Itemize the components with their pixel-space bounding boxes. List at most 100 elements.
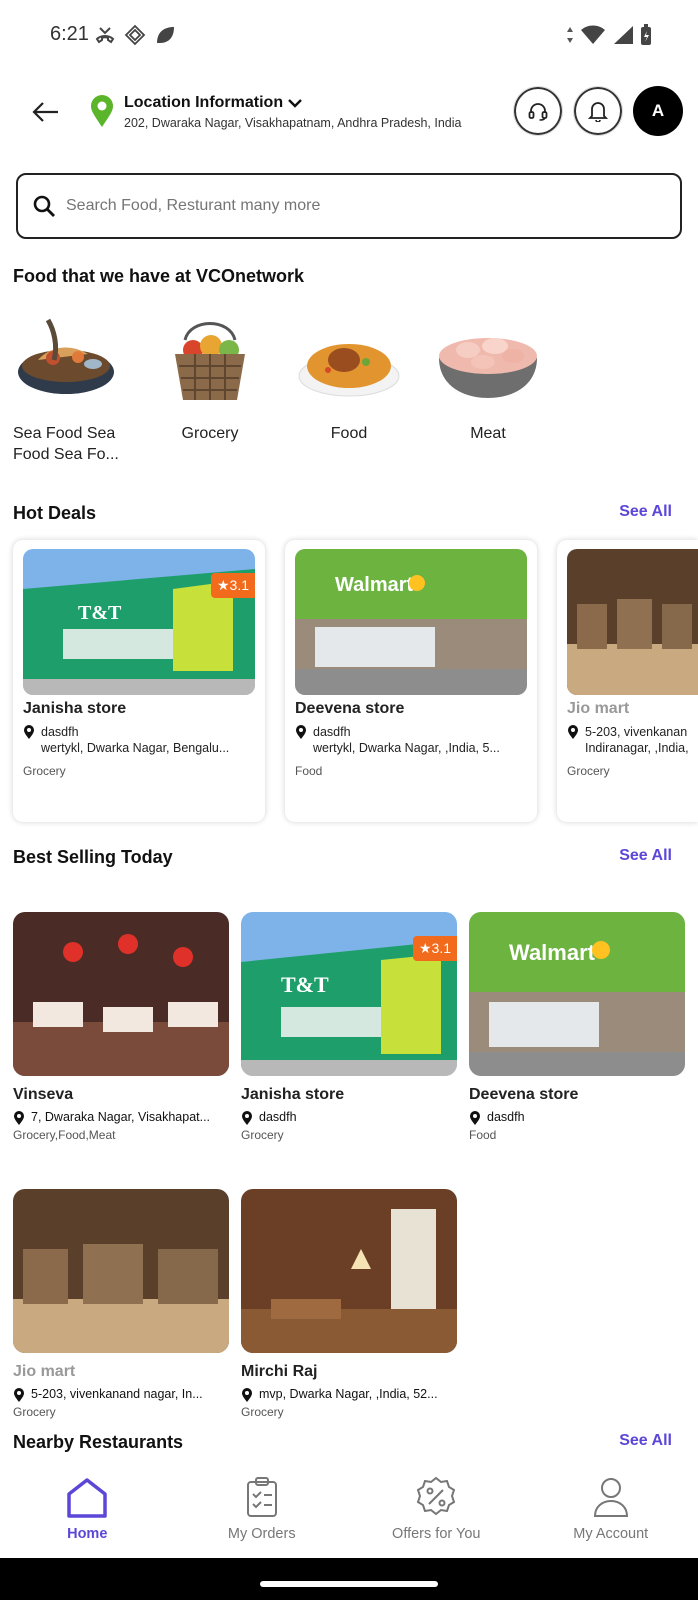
nearby-restaurants-title: Nearby Restaurants: [13, 1432, 184, 1452]
status-icons-left: [94, 24, 176, 46]
nav-my-account[interactable]: My Account: [524, 1458, 698, 1558]
offer-badge-icon: [417, 1476, 456, 1516]
category-label: Grocery: [181, 425, 239, 442]
avatar[interactable]: A: [633, 86, 683, 136]
location-selector[interactable]: Location Information: [124, 94, 303, 112]
nav-my-orders[interactable]: My Orders: [175, 1458, 350, 1558]
best-selling-card[interactable]: Jio mart 5-203, vivenkanand nagar, In...…: [13, 1189, 229, 1419]
best-selling-see-all-link[interactable]: See All: [619, 847, 672, 865]
location-pin-icon: [91, 95, 113, 127]
location-pin-icon: [242, 1388, 252, 1402]
back-arrow-icon: [32, 102, 58, 122]
store-image: Walmart: [295, 549, 527, 695]
location-pin-icon: [470, 1111, 480, 1125]
deal-card[interactable]: Jio mart 5-203, vivenkanan Indiranagar, ,…: [557, 540, 698, 822]
grocery-basket-image: [175, 322, 245, 400]
search-input[interactable]: [66, 197, 626, 215]
category-label: Food: [330, 425, 368, 442]
category-grocery[interactable]: Grocery: [145, 310, 275, 444]
user-icon: [593, 1478, 628, 1517]
hot-deals-see-all-link[interactable]: See All: [619, 503, 672, 521]
location-pin-icon: [14, 1111, 24, 1125]
clipboard-icon: [246, 1477, 277, 1517]
restaurant-category: Grocery,Food,Meat: [13, 1128, 116, 1142]
restaurant-name: Vinseva: [13, 1086, 74, 1103]
header: Location Information 202, Dwaraka Nagar,…: [0, 84, 698, 140]
svg-text:T&T: T&T: [281, 972, 329, 997]
best-selling-card[interactable]: T&T ★3.1 Janisha store dasdfh Grocery: [241, 912, 457, 1142]
grid-diamond-icon: [124, 24, 146, 46]
status-icons-right: [566, 24, 652, 46]
nav-home[interactable]: Home: [0, 1458, 175, 1558]
status-time: 6:21: [50, 23, 89, 45]
restaurant-address: mvp, Dwarka Nagar, ,India, 52...: [241, 1387, 457, 1403]
restaurant-name: Mirchi Raj: [241, 1363, 318, 1380]
location-pin-icon: [296, 725, 306, 739]
store-image: Walmart: [469, 912, 685, 1076]
category-label: Meat: [470, 425, 506, 442]
best-selling-card[interactable]: Mirchi Raj mvp, Dwarka Nagar, ,India, 52…: [241, 1189, 457, 1419]
nav-offers[interactable]: Offers for You: [349, 1458, 524, 1558]
data-arrows-icon: [567, 27, 573, 43]
search-bar[interactable]: [16, 173, 682, 239]
nearby-see-all-link[interactable]: See All: [619, 1432, 672, 1450]
status-bar: 6:21: [0, 0, 698, 70]
location-pin-icon: [242, 1111, 252, 1125]
bell-icon: [588, 102, 608, 122]
best-selling-card[interactable]: Walmart Deevena store dasdfh Food: [469, 912, 685, 1142]
categories-title: Food that we have at VCOnetwork: [13, 266, 305, 286]
restaurant-category: Grocery: [241, 1405, 284, 1419]
store-image: [567, 549, 698, 695]
back-button[interactable]: [28, 96, 62, 128]
leaf-icon: [157, 27, 174, 43]
store-address: dasdfh: [241, 1110, 457, 1126]
nav-label: My Account: [573, 1526, 649, 1542]
store-name: Deevena store: [295, 700, 405, 717]
store-image: T&T ★3.1: [23, 549, 255, 695]
best-selling-card[interactable]: Vinseva 7, Dwaraka Nagar, Visakhapat... …: [13, 912, 229, 1142]
store-address: dasdfh wertykl, Dwarka Nagar, Bengalu...: [23, 724, 229, 756]
headset-icon: [528, 103, 548, 121]
rating-badge: ★3.1: [210, 573, 255, 598]
nav-label: Home: [67, 1526, 108, 1542]
location-address: 202, Dwaraka Nagar, Visakhapatnam, Andhr…: [124, 116, 462, 130]
home-gesture-handle[interactable]: [260, 1581, 438, 1587]
location-pin-icon: [568, 725, 578, 739]
bottom-navigation: Home My Orders Offers for You My Account: [0, 1458, 698, 1558]
notifications-button[interactable]: [573, 86, 623, 136]
support-button[interactable]: [513, 86, 563, 136]
category-meat[interactable]: Meat: [423, 310, 553, 444]
store-name: Deevena store: [469, 1086, 579, 1103]
store-category: Food: [469, 1128, 497, 1142]
wifi-icon: [581, 25, 605, 44]
hot-deals-title: Hot Deals: [13, 503, 97, 523]
store-address: 5-203, vivenkanand nagar, In...: [13, 1387, 229, 1403]
restaurant-address: 7, Dwaraka Nagar, Visakhapat...: [13, 1110, 229, 1126]
battery-icon: [641, 24, 651, 45]
store-category: Grocery: [13, 1405, 56, 1419]
svg-text:T&T: T&T: [78, 602, 122, 624]
store-image: [13, 1189, 229, 1353]
seafood-image: [18, 318, 114, 394]
home-icon: [67, 1478, 107, 1518]
store-category: Food: [295, 764, 323, 778]
category-label: Sea Food Sea Food Sea Fo...: [13, 425, 119, 463]
svg-text:Walmart: Walmart: [335, 574, 414, 596]
store-category: Grocery: [23, 764, 66, 778]
best-selling-title: Best Selling Today: [13, 847, 173, 867]
deal-card[interactable]: T&T ★3.1 Janisha store dasdfh wertykl, Dw…: [13, 540, 265, 822]
store-name: Jio mart: [567, 700, 630, 717]
nav-label: Offers for You: [392, 1526, 481, 1542]
store-category: Grocery: [241, 1128, 284, 1142]
store-category: Grocery: [567, 764, 610, 778]
store-name: Janisha store: [23, 700, 127, 717]
nav-label: My Orders: [227, 1526, 296, 1542]
category-seafood[interactable]: Sea Food Sea Food Sea Fo...: [8, 310, 136, 465]
store-image: T&T ★3.1: [241, 912, 457, 1076]
category-food[interactable]: Food: [284, 310, 414, 444]
restaurant-image: [241, 1189, 457, 1353]
deal-card[interactable]: Walmart Deevena store dasdfh wertykl, Dwa…: [285, 540, 537, 822]
location-pin-icon: [24, 725, 34, 739]
rating-badge: ★3.1: [412, 936, 457, 961]
system-navigation-bar: [0, 1558, 698, 1600]
